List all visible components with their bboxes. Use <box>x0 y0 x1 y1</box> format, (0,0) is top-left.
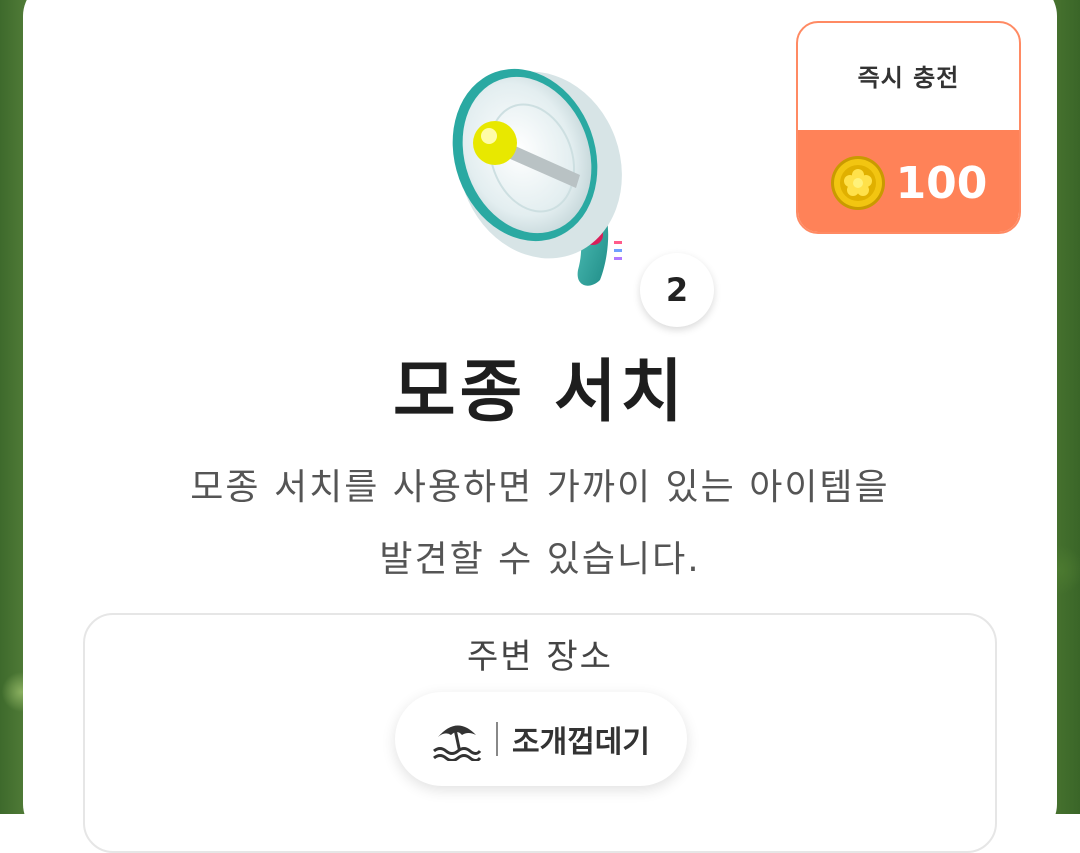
place-chip-seashell[interactable]: 조개껍데기 <box>395 692 687 786</box>
chip-divider <box>496 722 498 756</box>
megaphone-icon <box>452 68 622 286</box>
item-title: 모종 서치 <box>393 353 687 432</box>
charge-amount: 100 <box>895 157 988 209</box>
nearby-places-title: 주변 장소 <box>467 637 613 677</box>
nearby-places-panel: 주변 장소 조개껍데기 <box>83 613 997 853</box>
beach-umbrella-icon <box>433 725 482 761</box>
item-description: 모종 서치를 사용하면 가까이 있는 아이템을 발견할 수 있습니다. <box>0 452 1080 596</box>
charge-price: 100 <box>798 130 1019 232</box>
description-line-2: 발견할 수 있습니다. <box>379 539 701 580</box>
description-line-1: 모종 서치를 사용하면 가까이 있는 아이템을 <box>190 467 890 508</box>
place-label: 조개껍데기 <box>512 725 650 760</box>
instant-charge-label: 즉시 충전 <box>857 64 960 92</box>
instant-charge-button[interactable]: 즉시 충전 100 <box>796 21 1021 234</box>
item-count-badge: 2 <box>640 253 714 327</box>
gold-coin-icon <box>830 156 885 210</box>
